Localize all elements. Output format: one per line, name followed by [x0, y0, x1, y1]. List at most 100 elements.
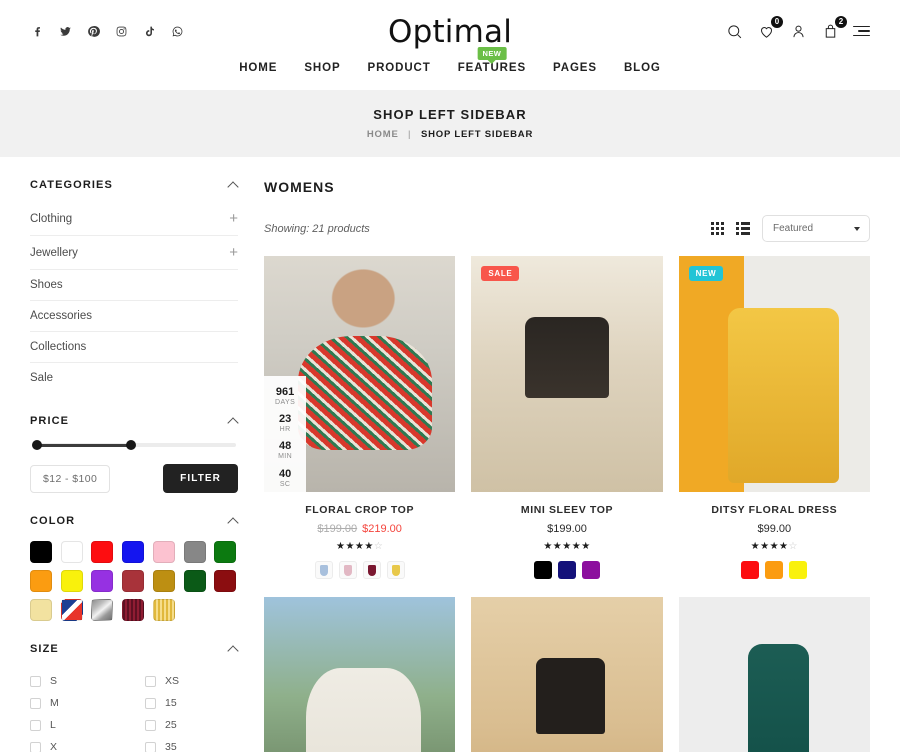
product-color-option[interactable]: [386, 561, 405, 579]
nav-item-home[interactable]: HOME: [239, 62, 277, 74]
product-thumbnail[interactable]: [471, 597, 663, 752]
nav-label: HOME: [239, 62, 278, 74]
product-thumbnail[interactable]: [678, 597, 870, 752]
product-card[interactable]: SALE MINI SLEEV TOP $199.00 ★★★★★: [471, 256, 663, 579]
product-color-option[interactable]: [765, 561, 784, 579]
product-color-option[interactable]: [314, 561, 333, 579]
product-color-option[interactable]: [338, 561, 357, 579]
color-swatch-pattern-flag[interactable]: [60, 599, 83, 621]
color-swatch-pattern-grey-fabric[interactable]: [91, 599, 114, 621]
color-swatch-black[interactable]: [30, 541, 52, 563]
product-thumbnail[interactable]: NEW: [678, 256, 870, 492]
price-slider-track[interactable]: [32, 440, 236, 450]
sort-dropdown[interactable]: Featured: [762, 215, 870, 242]
breadcrumb-home[interactable]: HOME: [367, 129, 399, 140]
categories-header[interactable]: CATEGORIES: [30, 179, 238, 202]
size-checkbox[interactable]: [30, 719, 41, 731]
color-header[interactable]: COLOR: [30, 515, 238, 538]
color-swatch-brick[interactable]: [122, 570, 145, 592]
color-swatch-grey[interactable]: [183, 541, 206, 563]
product-grid: 961 DAYS 23 HR 48 MIN 40 SC FLORAL CROP TOP …: [264, 256, 870, 752]
price-section: PRICE $12 - $100 FILTER: [30, 415, 238, 493]
color-swatch-green[interactable]: [214, 541, 237, 563]
category-item-jewellery[interactable]: Jewellery +: [30, 236, 238, 270]
size-option-s[interactable]: S: [30, 670, 123, 692]
size-label: X: [50, 741, 58, 752]
product-card[interactable]: NEW DITSY FLORAL DRESS $99.00 ★★★★☆: [678, 256, 870, 579]
size-checkbox[interactable]: [145, 675, 156, 687]
list-view-icon[interactable]: [736, 222, 750, 235]
size-option-15[interactable]: 15: [145, 692, 238, 714]
product-card[interactable]: SOLD OUT: [264, 597, 456, 752]
price-slider[interactable]: [30, 438, 238, 450]
product-color-option[interactable]: [557, 561, 576, 579]
product-card[interactable]: [678, 597, 870, 752]
product-card[interactable]: [471, 597, 663, 752]
color-swatch-purple[interactable]: [91, 570, 114, 592]
color-swatch-blue[interactable]: [122, 541, 145, 563]
countdown-timer: 961 DAYS 23 HR 48 MIN 40 SC: [264, 376, 307, 492]
size-header[interactable]: SIZE: [30, 643, 238, 666]
color-swatch-pattern-yellow-pleat[interactable]: [152, 599, 175, 621]
product-color-option[interactable]: [789, 561, 808, 579]
price-slider-knob-min[interactable]: [32, 440, 42, 450]
nav-item-pages[interactable]: PAGES: [553, 62, 597, 74]
search-icon[interactable]: [725, 22, 744, 41]
nav-item-blog[interactable]: BLOG: [624, 62, 661, 74]
nav-item-product[interactable]: PRODUCT: [368, 62, 431, 74]
nav-item-shop[interactable]: SHOP: [304, 62, 340, 74]
price-slider-knob-max[interactable]: [126, 440, 136, 450]
color-swatch-maroon[interactable]: [214, 570, 237, 592]
product-thumbnail[interactable]: SOLD OUT: [264, 597, 456, 752]
product-color-option[interactable]: [533, 561, 552, 579]
size-option-l[interactable]: L: [30, 714, 123, 736]
nav-item-features[interactable]: NEW FEATURES: [458, 47, 526, 74]
size-option-x[interactable]: X: [30, 736, 123, 752]
product-color-option[interactable]: [741, 561, 760, 579]
category-item-collections[interactable]: Collections: [30, 332, 238, 363]
color-swatch-yellow[interactable]: [60, 570, 83, 592]
product-name[interactable]: MINI SLEEV TOP: [471, 504, 662, 516]
color-swatch-cream[interactable]: [30, 599, 52, 621]
product-thumbnail[interactable]: 961 DAYS 23 HR 48 MIN 40 SC: [264, 256, 456, 492]
size-checkbox[interactable]: [30, 675, 41, 687]
product-color-option[interactable]: [581, 561, 600, 579]
size-checkbox[interactable]: [145, 719, 156, 731]
size-checkbox[interactable]: [30, 697, 41, 709]
color-swatch-dark-gold[interactable]: [152, 570, 175, 592]
size-checkbox[interactable]: [30, 741, 41, 752]
size-checkbox[interactable]: [145, 741, 156, 752]
category-item-sale[interactable]: Sale: [30, 363, 238, 393]
size-checkbox-grid: SXSM15L25X35XL45XXL55: [30, 666, 238, 752]
countdown-unit: SC: [279, 480, 291, 488]
color-swatch-white[interactable]: [60, 541, 83, 563]
color-swatch-red[interactable]: [91, 541, 114, 563]
product-name[interactable]: DITSY FLORAL DRESS: [679, 504, 870, 516]
size-checkbox[interactable]: [145, 697, 156, 709]
product-thumbnail[interactable]: SALE: [471, 256, 663, 492]
category-item-shoes[interactable]: Shoes: [30, 270, 238, 301]
plus-icon[interactable]: +: [229, 245, 238, 260]
size-option-35[interactable]: 35: [145, 736, 238, 752]
color-swatch-pattern-maroon-pleat[interactable]: [122, 599, 145, 621]
product-name[interactable]: FLORAL CROP TOP: [264, 504, 455, 516]
category-item-accessories[interactable]: Accessories: [30, 301, 238, 332]
filter-button[interactable]: FILTER: [163, 464, 238, 493]
color-swatch-pink[interactable]: [152, 541, 175, 563]
size-option-25[interactable]: 25: [145, 714, 238, 736]
menu-icon[interactable]: [853, 25, 870, 37]
account-icon[interactable]: [789, 22, 808, 41]
wishlist-icon[interactable]: 0: [757, 15, 783, 41]
product-color-option[interactable]: [362, 561, 381, 579]
product-card[interactable]: 961 DAYS 23 HR 48 MIN 40 SC FLORAL CROP TOP …: [264, 256, 456, 579]
price-header[interactable]: PRICE: [30, 415, 238, 438]
size-option-xs[interactable]: XS: [145, 670, 238, 692]
product-color-options: [264, 561, 455, 579]
plus-icon[interactable]: +: [229, 211, 238, 226]
size-option-m[interactable]: M: [30, 692, 123, 714]
cart-icon[interactable]: 2: [821, 15, 847, 41]
category-item-clothing[interactable]: Clothing +: [30, 202, 238, 236]
color-swatch-forest[interactable]: [183, 570, 206, 592]
color-swatch-orange[interactable]: [30, 570, 52, 592]
grid-view-icon[interactable]: [711, 222, 724, 235]
